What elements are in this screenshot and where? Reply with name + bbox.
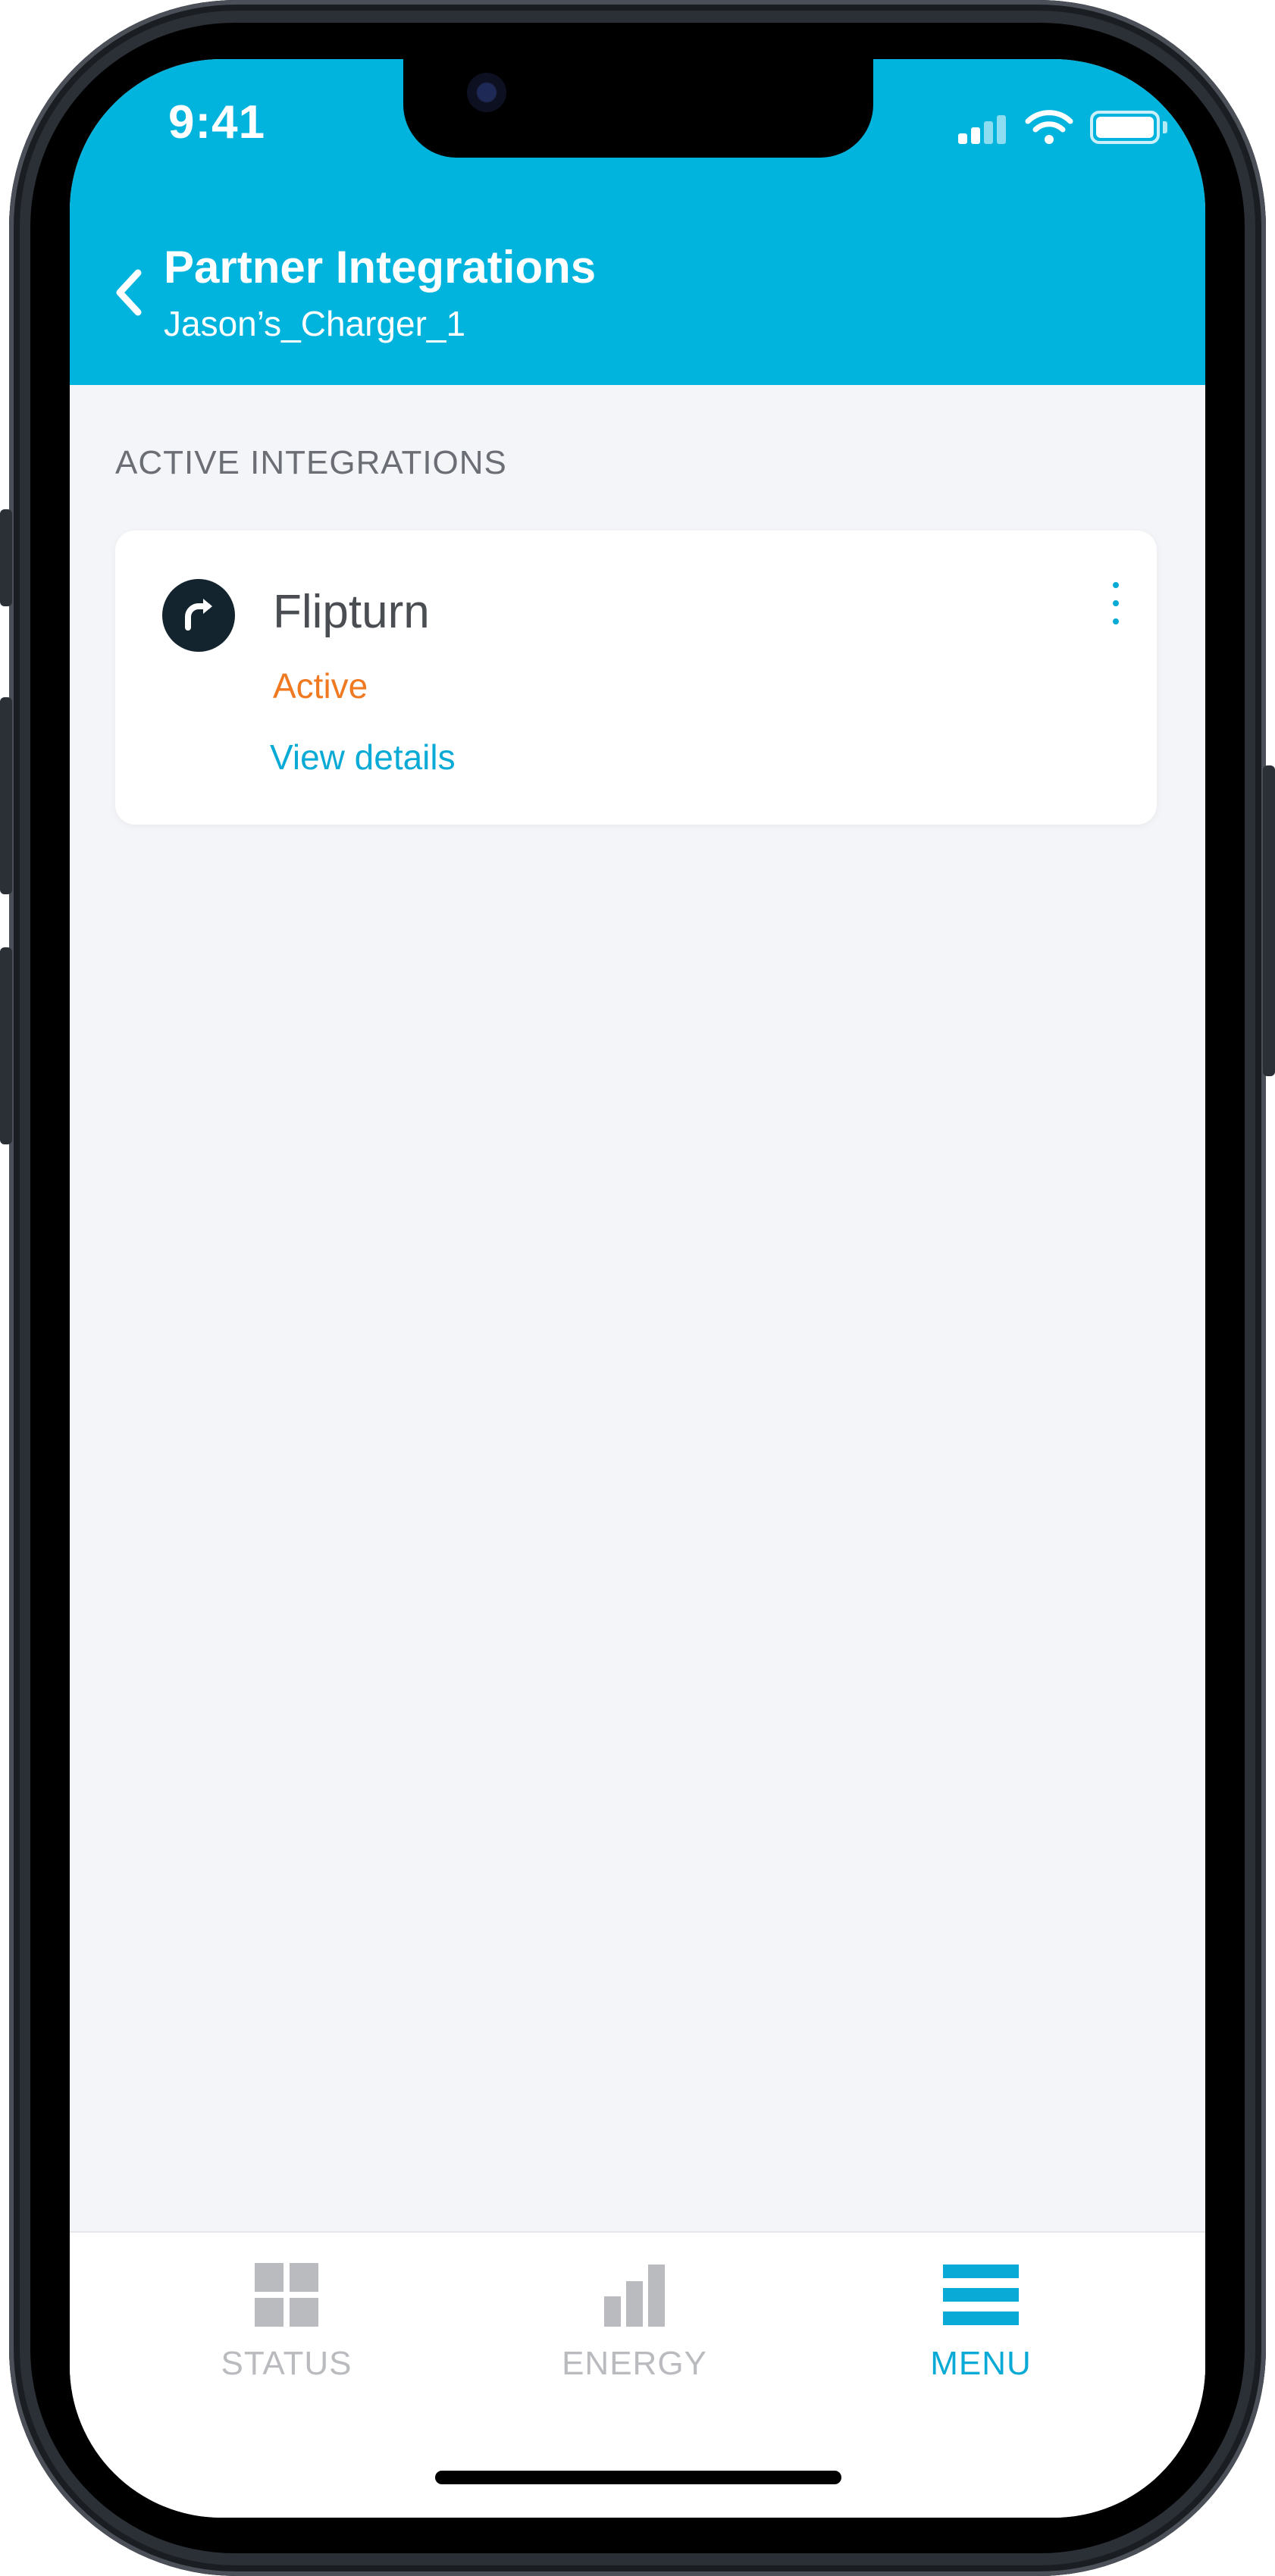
tab-status[interactable]: STATUS [188, 2263, 385, 2399]
front-camera [467, 73, 506, 112]
bar-chart-icon [604, 2265, 665, 2327]
tab-label-status: STATUS [221, 2345, 352, 2382]
tab-label-menu: MENU [930, 2345, 1032, 2382]
chevron-left-icon [116, 269, 142, 316]
page-title: Partner Integrations [164, 242, 597, 293]
tab-label-energy: ENERGY [562, 2345, 707, 2382]
phone-side-button [0, 509, 12, 606]
integration-name: Flipturn [273, 586, 430, 638]
app-header: 9:41 Partner Integrations Jason’s_Charge… [70, 59, 1205, 385]
phone-volume-up-button [0, 697, 12, 894]
view-details-link[interactable]: View details [270, 737, 456, 778]
tab-menu[interactable]: MENU [882, 2263, 1079, 2399]
cellular-signal-icon [958, 114, 1007, 144]
hamburger-menu-icon [943, 2265, 1019, 2325]
page-subtitle: Jason’s_Charger_1 [164, 304, 466, 343]
section-label-active-integrations: ACTIVE INTEGRATIONS [115, 444, 507, 481]
more-vertical-icon[interactable] [1101, 577, 1131, 631]
grid-icon [255, 2263, 318, 2327]
phone-power-button [1263, 765, 1275, 1076]
app-screen: 9:41 Partner Integrations Jason’s_Charge… [70, 59, 1205, 2518]
battery-cap [1163, 121, 1167, 133]
camera-notch [403, 59, 873, 158]
wifi-icon [1025, 110, 1073, 144]
battery-icon [1090, 111, 1160, 144]
back-button[interactable] [106, 262, 152, 323]
flipturn-logo-icon [162, 579, 235, 652]
tab-energy[interactable]: ENERGY [536, 2263, 733, 2399]
integration-status: Active [273, 666, 368, 706]
status-time: 9:41 [168, 96, 266, 149]
phone-volume-down-button [0, 947, 12, 1144]
integration-card: Flipturn Active View details [115, 531, 1157, 825]
home-indicator[interactable] [435, 2471, 841, 2484]
